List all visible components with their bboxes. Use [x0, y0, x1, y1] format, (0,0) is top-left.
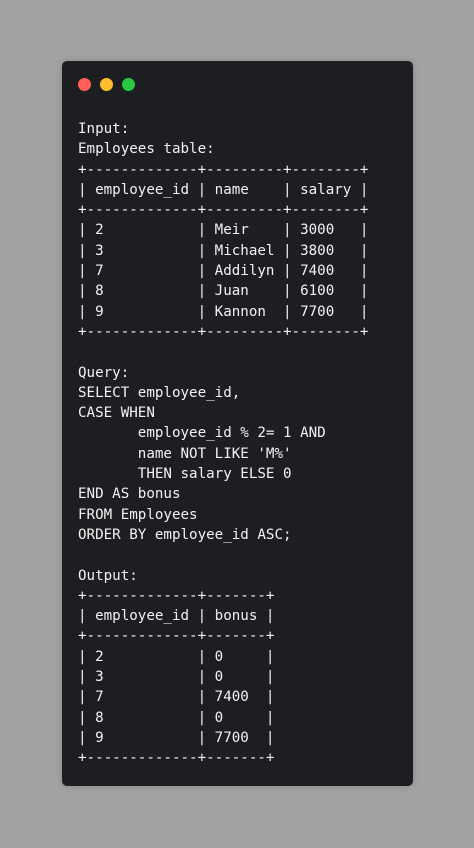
code-line: | 7 | Addilyn | 7400 |	[78, 263, 369, 280]
code-line: | 9 | 7700 |	[78, 729, 275, 746]
code-line: name NOT LIKE 'M%'	[78, 445, 292, 462]
code-line: CASE WHEN	[78, 405, 155, 422]
code-line: END AS bonus	[78, 486, 181, 503]
minimize-button[interactable]	[100, 78, 113, 91]
code-line: | employee_id | bonus |	[78, 608, 275, 625]
code-line: employee_id % 2= 1 AND	[78, 425, 326, 442]
code-line: Employees table:	[78, 141, 215, 158]
code-line: +-------------+---------+--------+	[78, 323, 369, 340]
code-line: | 2 | 0 |	[78, 648, 275, 665]
code-line: | employee_id | name | salary |	[78, 181, 369, 198]
maximize-button[interactable]	[122, 78, 135, 91]
code-window: Input: Employees table: +-------------+---…	[62, 61, 413, 786]
code-line: Query:	[78, 364, 130, 381]
code-line: +-------------+---------+--------+	[78, 202, 369, 219]
code-line: +-------------+-------+	[78, 750, 275, 767]
code-line: | 7 | 7400 |	[78, 689, 275, 706]
code-line: THEN salary ELSE 0	[78, 466, 292, 483]
code-line: FROM Employees	[78, 506, 198, 523]
code-line: | 9 | Kannon | 7700 |	[78, 303, 369, 320]
code-line: Input:	[78, 121, 130, 137]
code-line: | 8 | 0 |	[78, 709, 275, 726]
code-line: +-------------+-------+	[78, 587, 275, 604]
code-line: | 3 | Michael | 3800 |	[78, 242, 369, 259]
close-button[interactable]	[78, 78, 91, 91]
code-line: | 8 | Juan | 6100 |	[78, 283, 369, 300]
code-block: Input: Employees table: +-------------+---…	[78, 119, 368, 769]
code-line: ORDER BY employee_id ASC;	[78, 526, 292, 543]
code-line: +-------------+---------+--------+	[78, 161, 369, 178]
code-line: Output:	[78, 567, 138, 584]
code-line: | 2 | Meir | 3000 |	[78, 222, 369, 239]
code-line: SELECT employee_id,	[78, 384, 241, 401]
window-controls	[78, 78, 135, 91]
code-line: | 3 | 0 |	[78, 669, 275, 686]
code-line: +-------------+-------+	[78, 628, 275, 645]
